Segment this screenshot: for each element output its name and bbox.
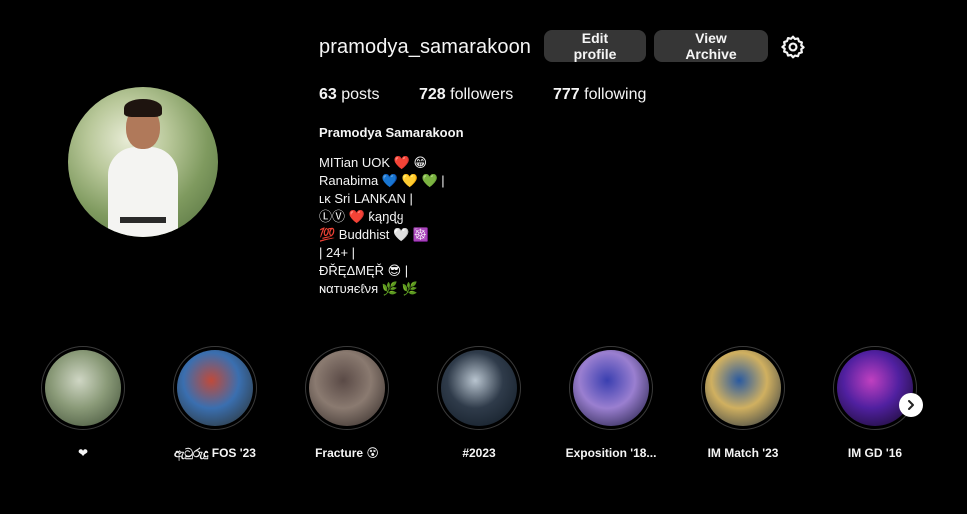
- highlight-label: Exposition '18...: [565, 446, 657, 460]
- highlight-ring: [41, 346, 125, 430]
- highlights-next-button[interactable]: [899, 393, 923, 417]
- highlight-cover: [309, 350, 385, 426]
- highlight-ring: [569, 346, 653, 430]
- highlight-label: ඇටුරුදු FOS '23: [174, 446, 256, 460]
- avatar-hair: [124, 99, 162, 117]
- bio-line: Ranabima 💙 💛 💚 |: [319, 173, 445, 188]
- highlight-label: Fracture 😵: [315, 446, 379, 460]
- profile-full-name: Pramodya Samarakoon: [319, 125, 464, 140]
- highlight-cover: [837, 350, 913, 426]
- highlight-ring: [833, 346, 917, 430]
- followers-count: 728: [419, 86, 446, 103]
- highlight-ring: [305, 346, 389, 430]
- highlight-item[interactable]: Exposition '18...: [556, 346, 666, 460]
- posts-label: posts: [336, 86, 380, 103]
- posts-stat: 63 posts: [319, 86, 379, 104]
- highlight-cover: [573, 350, 649, 426]
- profile-page: pramodya_samarakoon Edit profile View Ar…: [0, 0, 967, 514]
- following-count: 777: [553, 86, 580, 103]
- posts-count: 63: [319, 86, 337, 103]
- followers-stat[interactable]: 728 followers: [419, 86, 513, 104]
- highlight-cover: [705, 350, 781, 426]
- profile-avatar[interactable]: [68, 87, 218, 237]
- following-label: following: [579, 86, 647, 103]
- chevron-right-icon: [908, 400, 914, 410]
- avatar-shirt: [108, 147, 178, 237]
- bio-line: ʟᴋ Sri LANKAN |: [319, 191, 413, 206]
- following-stat[interactable]: 777 following: [553, 86, 646, 104]
- bio-line: ⓁⓋ ❤️ ƙąŋɖყ: [319, 209, 404, 224]
- edit-profile-button[interactable]: Edit profile: [544, 30, 646, 62]
- bio-line: 💯 Buddhist 🤍 ☸️: [319, 227, 429, 242]
- highlight-cover: [45, 350, 121, 426]
- highlight-label: #2023: [462, 446, 496, 460]
- highlight-item[interactable]: #2023: [424, 346, 534, 460]
- story-highlights: ❤ ඇටුරුදු FOS '23 Fracture 😵 #2023 Expos…: [0, 346, 967, 476]
- bio-line: ɴαтυяєℓνя 🌿 🌿: [319, 281, 418, 296]
- highlight-ring: [701, 346, 785, 430]
- bio-line: ĐŘĘΔΜĘŘ 😎 |: [319, 263, 409, 278]
- highlight-cover: [177, 350, 253, 426]
- highlight-item[interactable]: IM Match '23: [688, 346, 798, 460]
- highlight-item[interactable]: ❤: [28, 346, 138, 460]
- followers-label: followers: [445, 86, 514, 103]
- bio-line: | 24+ |: [319, 245, 356, 260]
- highlight-item[interactable]: Fracture 😵: [292, 346, 402, 460]
- highlight-label: ❤: [77, 446, 89, 460]
- highlight-ring: [437, 346, 521, 430]
- highlight-cover: [441, 350, 517, 426]
- gear-icon[interactable]: [780, 34, 806, 60]
- view-archive-button[interactable]: View Archive: [654, 30, 768, 62]
- highlight-item[interactable]: ඇටුරුදු FOS '23: [160, 346, 270, 461]
- profile-bio: MITian UOK ❤️ 😁 Ranabima 💙 💛 💚 | ʟᴋ Sri …: [319, 154, 445, 298]
- highlight-label: IM Match '23: [707, 446, 779, 460]
- highlight-ring: [173, 346, 257, 430]
- profile-username: pramodya_samarakoon: [319, 36, 532, 58]
- avatar-belt: [120, 217, 166, 223]
- highlight-label: IM GD '16: [847, 446, 903, 460]
- bio-line: MITian UOK ❤️ 😁: [319, 155, 427, 170]
